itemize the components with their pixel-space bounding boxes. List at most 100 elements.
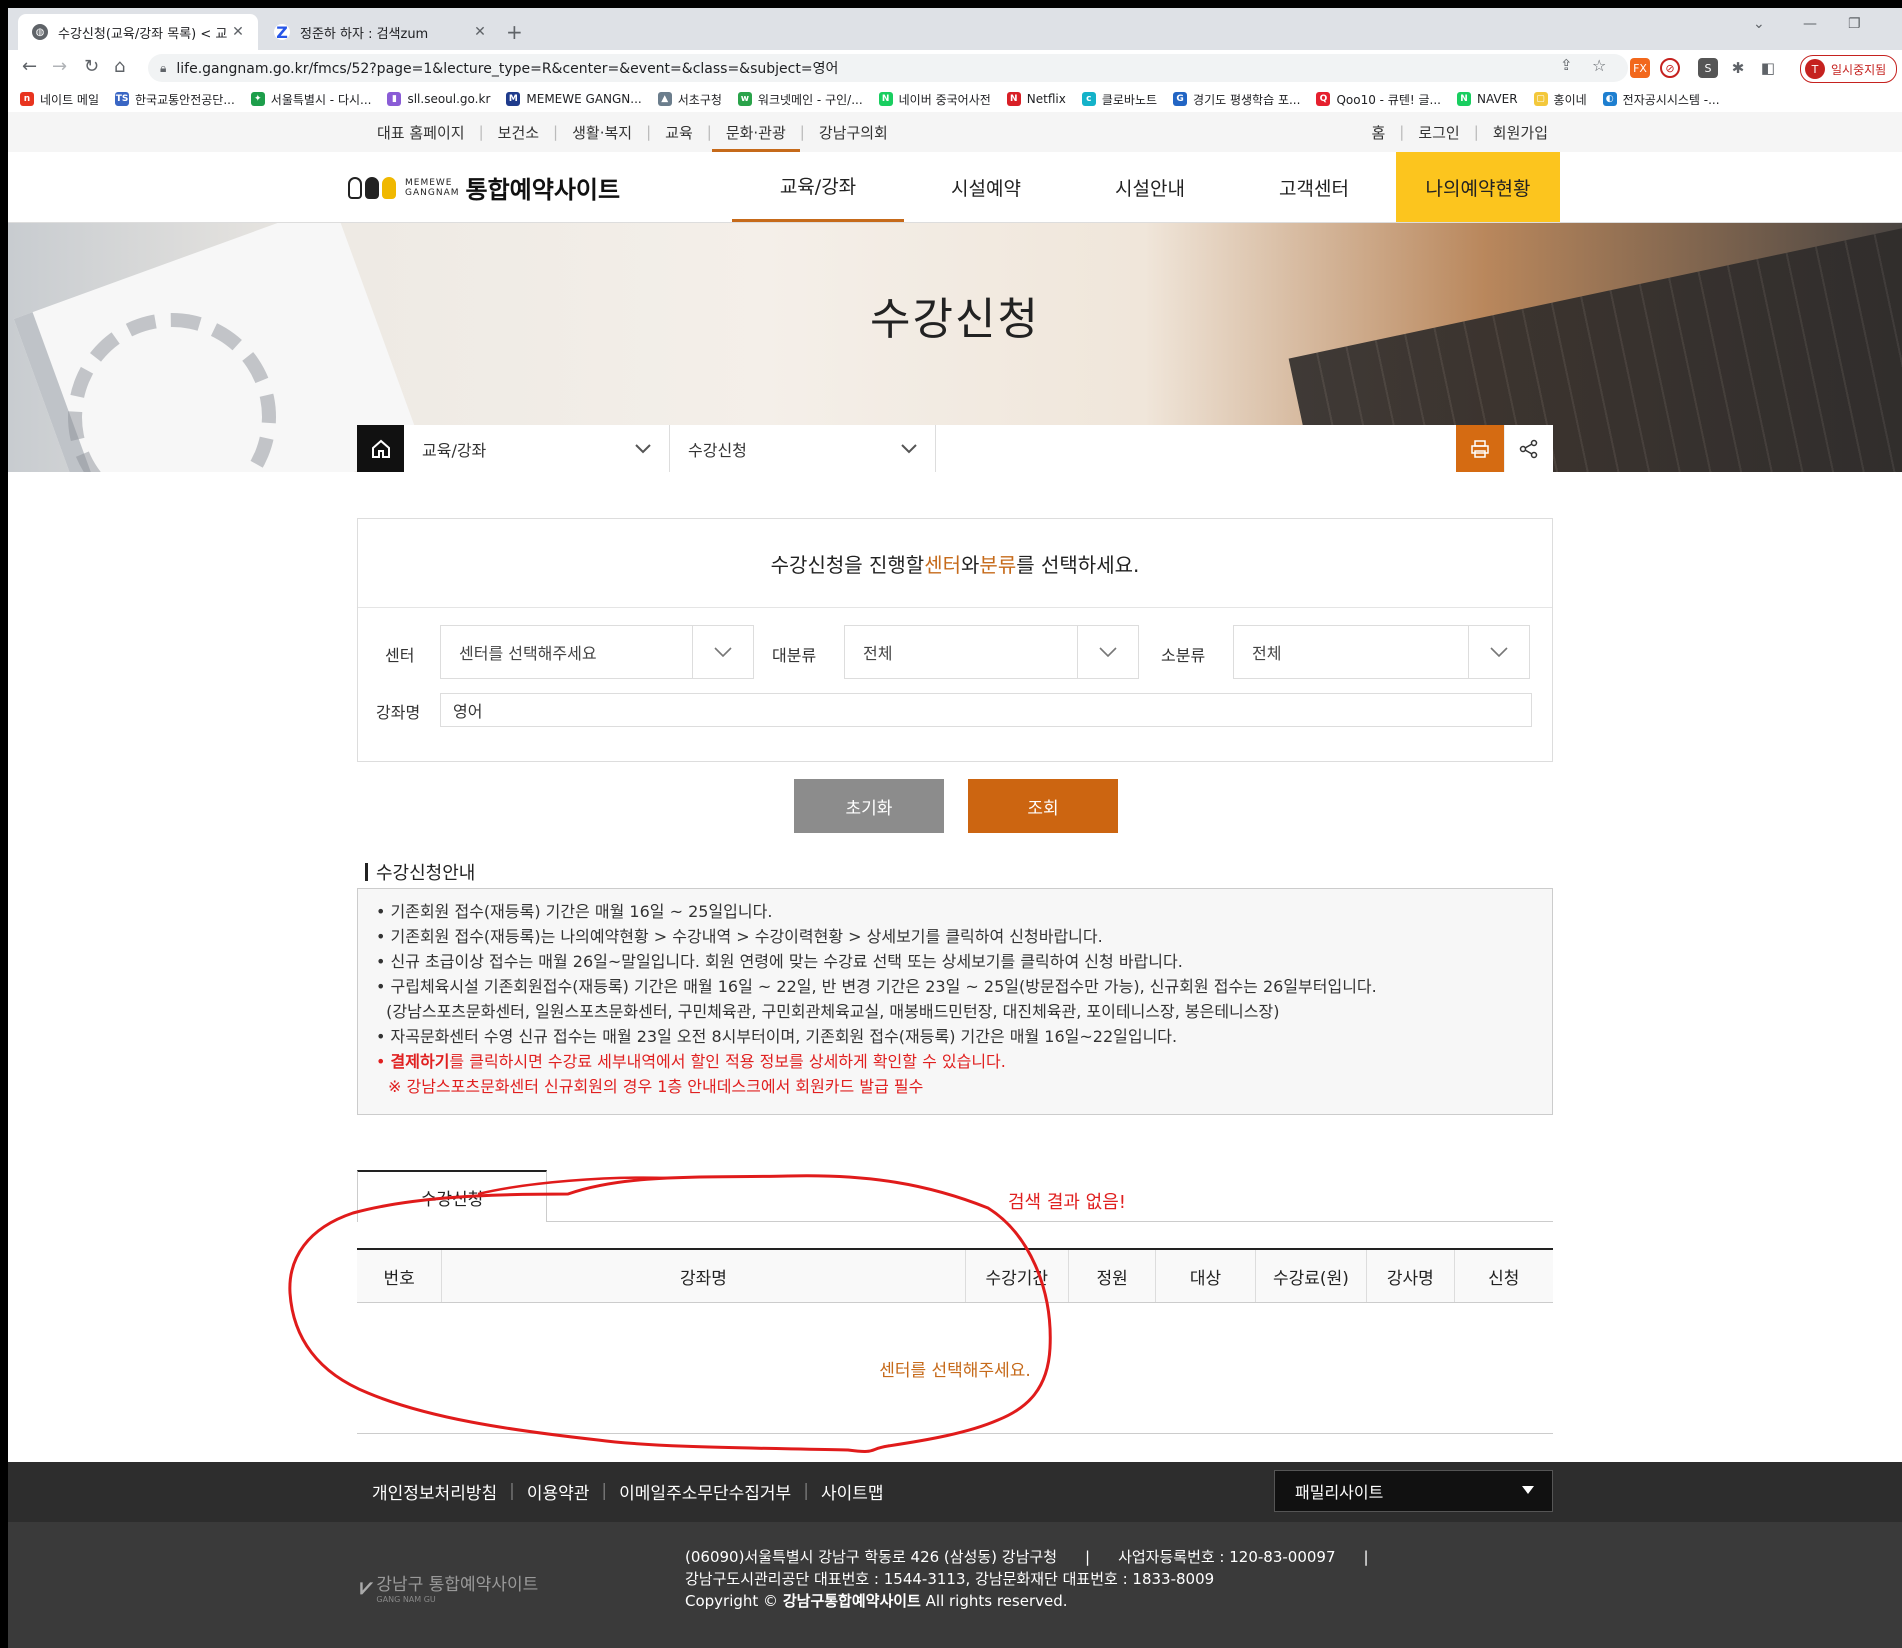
breadcrumb-level2[interactable]: 수강신청 xyxy=(670,425,936,472)
menu-facility-info[interactable]: 시설안내 xyxy=(1068,152,1232,222)
restore-icon[interactable]: ❐ xyxy=(1848,16,1861,32)
tab-course-application[interactable]: 수강신청 xyxy=(357,1170,547,1222)
s-extension-icon[interactable]: S xyxy=(1698,58,1718,78)
bookmark-favicon-icon: ▲ xyxy=(657,92,672,106)
course-name-input[interactable] xyxy=(440,693,1532,727)
bookmark-item[interactable]: c 클로바노트 xyxy=(1081,91,1158,108)
bookmark-item[interactable]: ✦ 서울특별시 - 다시... xyxy=(250,91,371,108)
close-tab-icon[interactable]: ✕ xyxy=(228,24,248,40)
bookmark-item[interactable]: ▢ 홍이네 xyxy=(1533,91,1587,108)
link-login[interactable]: 로그인 xyxy=(1404,122,1473,143)
bookmark-favicon-icon: G xyxy=(1173,92,1188,106)
empty-message: 센터를 선택해주세요. xyxy=(357,1302,1553,1434)
back-icon[interactable]: ← xyxy=(22,56,37,77)
minimize-icon[interactable]: — xyxy=(1803,16,1817,32)
link-sitemap[interactable]: 사이트맵 xyxy=(821,1479,884,1504)
link-signup[interactable]: 회원가입 xyxy=(1479,122,1562,143)
extension-icon[interactable]: FX xyxy=(1630,58,1650,78)
chevron-down-icon xyxy=(901,443,917,453)
puzzle-icon[interactable]: ✱ xyxy=(1728,58,1748,78)
breadcrumb-home-icon[interactable] xyxy=(357,425,404,472)
bookmark-item[interactable]: n 네이트 메일 xyxy=(20,91,99,108)
table-row: 센터를 선택해주세요. xyxy=(357,1302,1553,1434)
bookmark-star-icon[interactable]: ☆ xyxy=(1592,56,1606,75)
tab-search-icon[interactable]: ⌄ xyxy=(1753,16,1765,32)
tab-inactive[interactable]: Z 정준하 하자 : 검색zum ✕ xyxy=(260,14,500,50)
bookmark-item[interactable]: N Netflix xyxy=(1006,92,1066,106)
link-email-policy[interactable]: 이메일주소무단수집거부 xyxy=(619,1479,791,1504)
bookmark-item[interactable]: TS 한국교통안전공단... xyxy=(115,91,235,108)
share-icon[interactable] xyxy=(1504,425,1553,472)
menu-customer-center[interactable]: 고객센터 xyxy=(1232,152,1396,222)
link-council[interactable]: 강남구의회 xyxy=(805,122,902,143)
annotation-no-results: 검색 결과 없음! xyxy=(1008,1192,1127,1213)
close-tab-icon[interactable]: ✕ xyxy=(470,24,490,40)
center-label: 센터 xyxy=(385,646,415,665)
profile-button[interactable]: T 일시중지됨 xyxy=(1800,55,1898,83)
block-extension-icon[interactable]: ⊘ xyxy=(1660,58,1680,78)
footer-info: ⩗ 강남구 통합예약사이트 GANG NAM GU (06090)서울특별시 강… xyxy=(8,1522,1902,1648)
menu-education[interactable]: 교육/강좌 xyxy=(732,152,904,222)
footer-logo-sub: GANG NAM GU xyxy=(376,1595,436,1604)
col-number: 번호 xyxy=(357,1248,442,1303)
breadcrumb-level1[interactable]: 교육/강좌 xyxy=(404,425,670,472)
profile-status: 일시중지됨 xyxy=(1831,62,1887,77)
tab-strip: ◍ 수강신청(교육/강좌 목록) < 교육 ✕ Z 정준하 하자 : 검색zum… xyxy=(8,8,1902,50)
breadcrumb-level1-label: 교육/강좌 xyxy=(422,440,487,460)
link-health-center[interactable]: 보건소 xyxy=(484,122,553,143)
address-bar[interactable]: 🔒︎ life.gangnam.go.kr/fmcs/52?page=1&lec… xyxy=(148,54,1628,82)
link-terms[interactable]: 이용약관 xyxy=(527,1479,590,1504)
bookmark-label: 클로바노트 xyxy=(1101,92,1158,107)
forward-icon[interactable]: → xyxy=(52,56,67,77)
menu-facility-reservation[interactable]: 시설예약 xyxy=(904,152,1068,222)
logo-name: 통합예약사이트 xyxy=(465,176,621,204)
search-form-title: 수강신청을 진행할 센터 와 분류 를 선택하세요. xyxy=(358,519,1552,608)
bookmark-item[interactable]: w 워크넷메인 - 구인/... xyxy=(737,91,863,108)
bookmark-label: 네이버 중국어사전 xyxy=(898,92,991,107)
notice-line: (강남스포츠문화센터, 일원스포츠문화센터, 구민체육관, 구민회관체육교실, … xyxy=(376,1002,1280,1021)
menu-my-reservations[interactable]: 나의예약현황 xyxy=(1396,152,1560,222)
bookmark-item[interactable]: G 경기도 평생학습 포... xyxy=(1173,91,1300,108)
minor-category-value: 전체 xyxy=(1252,644,1282,663)
bookmark-item[interactable]: ◐ 전자공시시스템 -... xyxy=(1602,91,1720,108)
bookmark-item[interactable]: ▮ sll.seoul.go.kr xyxy=(387,92,490,106)
center-select-value: 센터를 선택해주세요 xyxy=(459,644,597,663)
link-privacy[interactable]: 개인정보처리방침 xyxy=(372,1479,497,1504)
bookmark-item[interactable]: M MEMEWE GANGN... xyxy=(506,92,642,106)
col-period: 수강기간 xyxy=(964,1248,1069,1303)
major-category-select[interactable]: 전체 xyxy=(844,625,1139,679)
reload-icon[interactable]: ↻ xyxy=(84,56,99,77)
chevron-down-icon xyxy=(1077,626,1138,678)
link-main-homepage[interactable]: 대표 홈페이지 xyxy=(363,122,479,143)
side-panel-icon[interactable]: ◧ xyxy=(1758,58,1778,78)
bookmark-label: 전자공시시스템 -... xyxy=(1622,92,1720,107)
new-tab-button[interactable]: + xyxy=(506,20,523,44)
link-home[interactable]: 홈 xyxy=(1357,122,1399,143)
bookmark-item[interactable]: N NAVER xyxy=(1457,92,1518,106)
print-icon[interactable] xyxy=(1456,425,1504,472)
home-icon[interactable]: ⌂ xyxy=(114,56,125,77)
center-select[interactable]: 센터를 선택해주세요 xyxy=(440,625,754,679)
search-form: 수강신청을 진행할 센터 와 분류 를 선택하세요. 센터 센터를 선택해주세요 대… xyxy=(357,518,1553,762)
tab-active[interactable]: ◍ 수강신청(교육/강좌 목록) < 교육 ✕ xyxy=(18,14,258,50)
bookmark-favicon-icon: N xyxy=(1006,92,1021,106)
bookmark-item[interactable]: ▲ 서초구청 xyxy=(657,91,722,108)
site-logo[interactable]: MEMEWE GANGNAM 통합예약사이트 xyxy=(348,170,620,205)
bookmark-label: Qoo10 - 큐텐! 글... xyxy=(1336,92,1441,107)
link-education[interactable]: 교육 xyxy=(651,122,707,143)
family-site-select[interactable]: 패밀리사이트 xyxy=(1274,1470,1553,1512)
minor-category-select[interactable]: 전체 xyxy=(1233,625,1530,679)
bookmark-item[interactable]: N 네이버 중국어사전 xyxy=(878,91,991,108)
tab-title: 수강신청(교육/강좌 목록) < 교육 xyxy=(58,26,228,42)
link-culture[interactable]: 문화·관광 xyxy=(711,122,800,152)
reset-button[interactable]: 초기화 xyxy=(794,779,944,833)
notice-box: • 기존회원 접수(재등록) 기간은 매월 16일 ~ 25일입니다. • 기존… xyxy=(357,888,1553,1115)
link-welfare[interactable]: 생활·복지 xyxy=(558,122,646,143)
bookmark-item[interactable]: Q Qoo10 - 큐텐! 글... xyxy=(1316,91,1441,108)
bookmark-label: 네이트 메일 xyxy=(40,92,100,107)
bookmark-label: MEMEWE GANGN... xyxy=(526,92,642,106)
avatar: T xyxy=(1805,59,1825,79)
search-button[interactable]: 조회 xyxy=(968,779,1118,833)
lock-icon: 🔒︎ xyxy=(160,60,167,75)
share-icon[interactable]: ⇪ xyxy=(1560,56,1573,74)
